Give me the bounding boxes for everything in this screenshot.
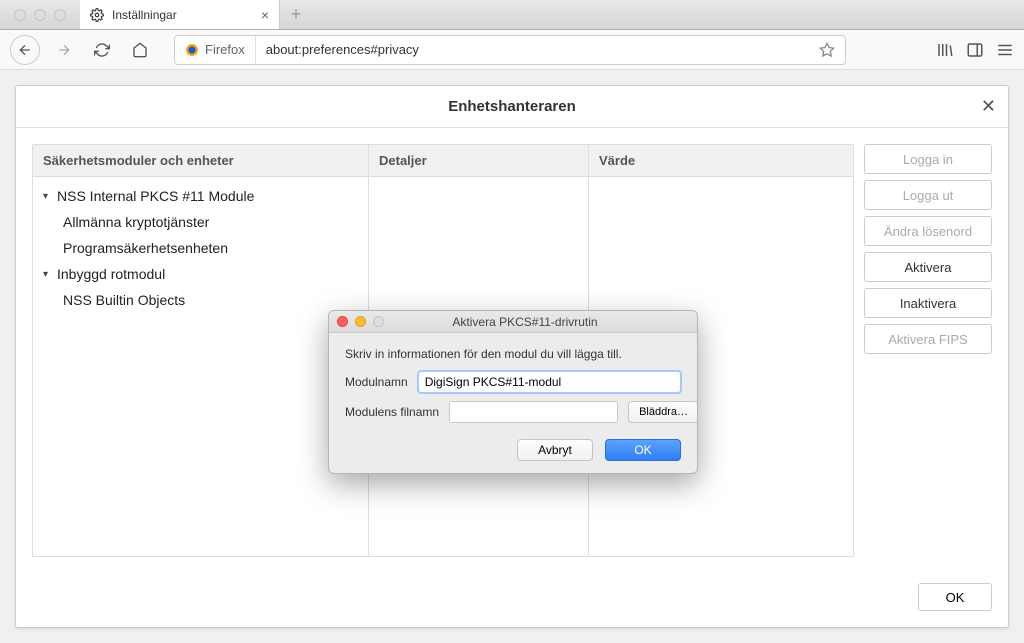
- identity-label: Firefox: [205, 42, 245, 57]
- load-button[interactable]: Aktivera: [864, 252, 992, 282]
- modal-close-dot[interactable]: [337, 316, 348, 327]
- tree-item-builtin-objects[interactable]: NSS Builtin Objects: [33, 287, 368, 313]
- tree-label: Inbyggd rotmodul: [57, 266, 165, 282]
- module-name-label: Modulnamn: [345, 375, 408, 389]
- tree-label: NSS Builtin Objects: [63, 292, 185, 308]
- firefox-icon: [185, 43, 199, 57]
- library-icon[interactable]: [936, 41, 954, 59]
- tab-bar: Inställningar × +: [80, 0, 312, 29]
- browser-tab-settings[interactable]: Inställningar ×: [80, 0, 280, 29]
- ok-button[interactable]: OK: [605, 439, 681, 461]
- module-name-row: Modulnamn: [345, 371, 681, 393]
- bookmark-star-icon[interactable]: [809, 42, 845, 58]
- module-file-label: Modulens filnamn: [345, 405, 439, 419]
- gear-icon: [90, 8, 104, 22]
- tree-module-builtin-root[interactable]: ▾ Inbyggd rotmodul: [33, 261, 368, 287]
- modal-zoom-dot: [373, 316, 384, 327]
- home-button[interactable]: [126, 36, 154, 64]
- unload-button[interactable]: Inaktivera: [864, 288, 992, 318]
- window-minimize-dot[interactable]: [34, 9, 46, 21]
- tree-label: Programsäkerhetsenheten: [63, 240, 228, 256]
- modal-instruction: Skriv in informationen för den modul du …: [345, 347, 681, 361]
- chevron-down-icon: ▾: [43, 269, 53, 280]
- menu-icon[interactable]: [996, 41, 1014, 59]
- tree-module-nss-internal[interactable]: ▾ NSS Internal PKCS #11 Module: [33, 183, 368, 209]
- tree-label: NSS Internal PKCS #11 Module: [57, 188, 254, 204]
- change-password-button[interactable]: Ändra lösenord: [864, 216, 992, 246]
- forward-button[interactable]: [50, 36, 78, 64]
- module-file-input[interactable]: [449, 401, 618, 423]
- close-icon[interactable]: ✕: [981, 96, 996, 117]
- toolbar-right-controls: [936, 41, 1014, 59]
- tab-title: Inställningar: [112, 8, 177, 22]
- window-close-dot[interactable]: [14, 9, 26, 21]
- action-buttons: Logga in Logga ut Ändra lösenord Aktiver…: [864, 144, 992, 557]
- modules-column: Säkerhetsmoduler och enheter ▾ NSS Inter…: [33, 145, 369, 556]
- tree-label: Allmänna kryptotjänster: [63, 214, 209, 230]
- dialog-header: Enhetshanteraren ✕: [16, 86, 1008, 128]
- chevron-down-icon: ▾: [43, 191, 53, 202]
- logout-button[interactable]: Logga ut: [864, 180, 992, 210]
- reload-button[interactable]: [88, 36, 116, 64]
- modal-minimize-dot[interactable]: [355, 316, 366, 327]
- site-identity[interactable]: Firefox: [175, 36, 256, 64]
- tree-item-software-security-device[interactable]: Programsäkerhetsenheten: [33, 235, 368, 261]
- modules-tree: ▾ NSS Internal PKCS #11 Module Allmänna …: [33, 177, 368, 556]
- browser-toolbar: Firefox about:preferences#privacy: [0, 30, 1024, 70]
- browse-button[interactable]: Bläddra…: [628, 401, 698, 423]
- modal-titlebar: Aktivera PKCS#11-drivrutin: [329, 311, 697, 333]
- modal-title: Aktivera PKCS#11-drivrutin: [391, 315, 659, 329]
- new-tab-button[interactable]: +: [280, 0, 312, 29]
- cancel-button[interactable]: Avbryt: [517, 439, 593, 461]
- url-text: about:preferences#privacy: [256, 42, 809, 57]
- modules-column-header: Säkerhetsmoduler och enheter: [33, 145, 368, 177]
- module-file-row: Modulens filnamn Bläddra…: [345, 401, 681, 423]
- window-chrome: Inställningar × +: [0, 0, 1024, 30]
- modal-footer: Avbryt OK: [345, 431, 681, 461]
- sidebar-icon[interactable]: [966, 41, 984, 59]
- ok-button[interactable]: OK: [918, 583, 992, 611]
- content-area: Enhetshanteraren ✕ Säkerhetsmoduler och …: [0, 70, 1024, 643]
- login-button[interactable]: Logga in: [864, 144, 992, 174]
- details-column-header: Detaljer: [369, 145, 588, 177]
- url-bar[interactable]: Firefox about:preferences#privacy: [174, 35, 846, 65]
- enable-fips-button[interactable]: Aktivera FIPS: [864, 324, 992, 354]
- close-icon[interactable]: ×: [261, 7, 269, 23]
- dialog-title: Enhetshanteraren: [448, 98, 576, 115]
- modal-body: Skriv in informationen för den modul du …: [329, 333, 697, 473]
- module-name-input[interactable]: [418, 371, 681, 393]
- dialog-footer: OK: [16, 573, 1008, 627]
- value-column-header: Värde: [589, 145, 853, 177]
- macos-window-controls: [0, 9, 80, 21]
- back-button[interactable]: [10, 35, 40, 65]
- window-zoom-dot[interactable]: [54, 9, 66, 21]
- tree-item-crypto-services[interactable]: Allmänna kryptotjänster: [33, 209, 368, 235]
- load-pkcs11-modal: Aktivera PKCS#11-drivrutin Skriv in info…: [328, 310, 698, 474]
